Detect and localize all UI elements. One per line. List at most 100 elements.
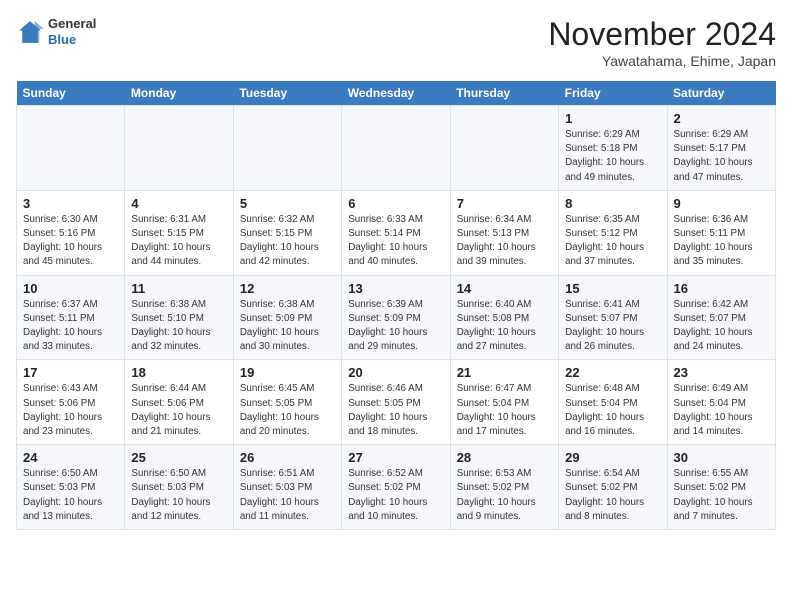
calendar-cell [233, 106, 341, 191]
calendar-cell: 16 Sunrise: 6:42 AM Sunset: 5:07 PM Dayli… [667, 275, 775, 360]
day-number: 23 [674, 365, 769, 380]
day-number: 16 [674, 281, 769, 296]
calendar-cell: 25 Sunrise: 6:50 AM Sunset: 5:03 PM Dayli… [125, 445, 233, 530]
week-row-4: 17 Sunrise: 6:43 AM Sunset: 5:06 PM Dayli… [17, 360, 776, 445]
weekday-header-saturday: Saturday [667, 81, 775, 106]
day-number: 26 [240, 450, 335, 465]
calendar-cell: 26 Sunrise: 6:51 AM Sunset: 5:03 PM Dayli… [233, 445, 341, 530]
calendar-cell: 19Sunrise: 6:45 AM Sunset: 5:05 PM Dayli… [233, 360, 341, 445]
day-info: Sunrise: 6:49 AM Sunset: 5:04 PM Dayligh… [674, 382, 769, 439]
calendar-cell: 29Sunrise: 6:54 AM Sunset: 5:02 PM Dayli… [559, 445, 667, 530]
day-info: Sunrise: 6:55 AM Sunset: 5:02 PM Dayligh… [674, 467, 769, 524]
day-number: 22 [565, 365, 660, 380]
day-info: Sunrise: 6:31 AM Sunset: 5:15 PM Dayligh… [131, 213, 226, 270]
weekday-header-thursday: Thursday [450, 81, 558, 106]
weekday-header-wednesday: Wednesday [342, 81, 450, 106]
day-number: 11 [131, 281, 226, 296]
month-title: November 2024 [548, 16, 776, 53]
day-number: 12 [240, 281, 335, 296]
weekday-header-tuesday: Tuesday [233, 81, 341, 106]
day-number: 14 [457, 281, 552, 296]
day-number: 17 [23, 365, 118, 380]
location: Yawatahama, Ehime, Japan [548, 53, 776, 69]
calendar-cell [342, 106, 450, 191]
week-row-1: 1 Sunrise: 6:29 AM Sunset: 5:18 PM Daylig… [17, 106, 776, 191]
day-number: 30 [674, 450, 769, 465]
day-info: Sunrise: 6:38 AM Sunset: 5:09 PM Dayligh… [240, 298, 335, 355]
calendar-cell: 14 Sunrise: 6:40 AM Sunset: 5:08 PM Dayli… [450, 275, 558, 360]
day-info: Sunrise: 6:30 AM Sunset: 5:16 PM Dayligh… [23, 213, 118, 270]
day-info: Sunrise: 6:48 AM Sunset: 5:04 PM Dayligh… [565, 382, 660, 439]
day-info: Sunrise: 6:50 AM Sunset: 5:03 PM Dayligh… [131, 467, 226, 524]
calendar-cell: 1 Sunrise: 6:29 AM Sunset: 5:18 PM Daylig… [559, 106, 667, 191]
day-number: 7 [457, 196, 552, 211]
day-number: 25 [131, 450, 226, 465]
day-number: 20 [348, 365, 443, 380]
title-block: November 2024 Yawatahama, Ehime, Japan [548, 16, 776, 69]
day-number: 1 [565, 111, 660, 126]
day-info: Sunrise: 6:29 AM Sunset: 5:18 PM Dayligh… [565, 128, 660, 185]
calendar-body: 1 Sunrise: 6:29 AM Sunset: 5:18 PM Daylig… [17, 106, 776, 530]
day-info: Sunrise: 6:40 AM Sunset: 5:08 PM Dayligh… [457, 298, 552, 355]
calendar-cell: 27Sunrise: 6:52 AM Sunset: 5:02 PM Dayli… [342, 445, 450, 530]
calendar-cell: 3 Sunrise: 6:30 AM Sunset: 5:16 PM Daylig… [17, 190, 125, 275]
day-number: 3 [23, 196, 118, 211]
day-info: Sunrise: 6:46 AM Sunset: 5:05 PM Dayligh… [348, 382, 443, 439]
day-number: 2 [674, 111, 769, 126]
calendar-header: SundayMondayTuesdayWednesdayThursdayFrid… [17, 81, 776, 106]
calendar-cell: 8 Sunrise: 6:35 AM Sunset: 5:12 PM Daylig… [559, 190, 667, 275]
day-info: Sunrise: 6:51 AM Sunset: 5:03 PM Dayligh… [240, 467, 335, 524]
day-number: 9 [674, 196, 769, 211]
day-number: 8 [565, 196, 660, 211]
day-info: Sunrise: 6:34 AM Sunset: 5:13 PM Dayligh… [457, 213, 552, 270]
day-number: 10 [23, 281, 118, 296]
calendar-cell [450, 106, 558, 191]
day-number: 27 [348, 450, 443, 465]
day-info: Sunrise: 6:43 AM Sunset: 5:06 PM Dayligh… [23, 382, 118, 439]
calendar-cell: 21 Sunrise: 6:47 AM Sunset: 5:04 PM Dayli… [450, 360, 558, 445]
day-number: 29 [565, 450, 660, 465]
day-info: Sunrise: 6:36 AM Sunset: 5:11 PM Dayligh… [674, 213, 769, 270]
calendar-table: SundayMondayTuesdayWednesdayThursdayFrid… [16, 81, 776, 530]
day-info: Sunrise: 6:41 AM Sunset: 5:07 PM Dayligh… [565, 298, 660, 355]
day-number: 13 [348, 281, 443, 296]
day-number: 21 [457, 365, 552, 380]
calendar-cell: 11 Sunrise: 6:38 AM Sunset: 5:10 PM Dayli… [125, 275, 233, 360]
calendar-cell: 12 Sunrise: 6:38 AM Sunset: 5:09 PM Dayli… [233, 275, 341, 360]
calendar-cell: 28Sunrise: 6:53 AM Sunset: 5:02 PM Dayli… [450, 445, 558, 530]
calendar-cell: 10Sunrise: 6:37 AM Sunset: 5:11 PM Dayli… [17, 275, 125, 360]
weekday-header-sunday: Sunday [17, 81, 125, 106]
calendar-cell: 18 Sunrise: 6:44 AM Sunset: 5:06 PM Dayli… [125, 360, 233, 445]
day-info: Sunrise: 6:32 AM Sunset: 5:15 PM Dayligh… [240, 213, 335, 270]
day-info: Sunrise: 6:45 AM Sunset: 5:05 PM Dayligh… [240, 382, 335, 439]
page-header: General Blue November 2024 Yawatahama, E… [16, 16, 776, 69]
calendar-cell: 30 Sunrise: 6:55 AM Sunset: 5:02 PM Dayli… [667, 445, 775, 530]
calendar-cell: 20 Sunrise: 6:46 AM Sunset: 5:05 PM Dayli… [342, 360, 450, 445]
calendar-cell [125, 106, 233, 191]
week-row-5: 24Sunrise: 6:50 AM Sunset: 5:03 PM Dayli… [17, 445, 776, 530]
day-info: Sunrise: 6:47 AM Sunset: 5:04 PM Dayligh… [457, 382, 552, 439]
calendar-cell: 2 Sunrise: 6:29 AM Sunset: 5:17 PM Daylig… [667, 106, 775, 191]
day-number: 6 [348, 196, 443, 211]
day-number: 5 [240, 196, 335, 211]
day-number: 18 [131, 365, 226, 380]
day-info: Sunrise: 6:29 AM Sunset: 5:17 PM Dayligh… [674, 128, 769, 185]
day-info: Sunrise: 6:35 AM Sunset: 5:12 PM Dayligh… [565, 213, 660, 270]
calendar-cell: 15Sunrise: 6:41 AM Sunset: 5:07 PM Dayli… [559, 275, 667, 360]
logo-text: General Blue [48, 16, 96, 47]
day-info: Sunrise: 6:33 AM Sunset: 5:14 PM Dayligh… [348, 213, 443, 270]
calendar-cell: 17 Sunrise: 6:43 AM Sunset: 5:06 PM Dayli… [17, 360, 125, 445]
weekday-header-row: SundayMondayTuesdayWednesdayThursdayFrid… [17, 81, 776, 106]
day-info: Sunrise: 6:53 AM Sunset: 5:02 PM Dayligh… [457, 467, 552, 524]
day-number: 4 [131, 196, 226, 211]
weekday-header-friday: Friday [559, 81, 667, 106]
weekday-header-monday: Monday [125, 81, 233, 106]
day-info: Sunrise: 6:38 AM Sunset: 5:10 PM Dayligh… [131, 298, 226, 355]
day-info: Sunrise: 6:42 AM Sunset: 5:07 PM Dayligh… [674, 298, 769, 355]
calendar-cell: 22 Sunrise: 6:48 AM Sunset: 5:04 PM Dayli… [559, 360, 667, 445]
calendar-cell: 24Sunrise: 6:50 AM Sunset: 5:03 PM Dayli… [17, 445, 125, 530]
week-row-2: 3 Sunrise: 6:30 AM Sunset: 5:16 PM Daylig… [17, 190, 776, 275]
day-info: Sunrise: 6:44 AM Sunset: 5:06 PM Dayligh… [131, 382, 226, 439]
calendar-cell: 7 Sunrise: 6:34 AM Sunset: 5:13 PM Daylig… [450, 190, 558, 275]
calendar-cell: 9 Sunrise: 6:36 AM Sunset: 5:11 PM Daylig… [667, 190, 775, 275]
